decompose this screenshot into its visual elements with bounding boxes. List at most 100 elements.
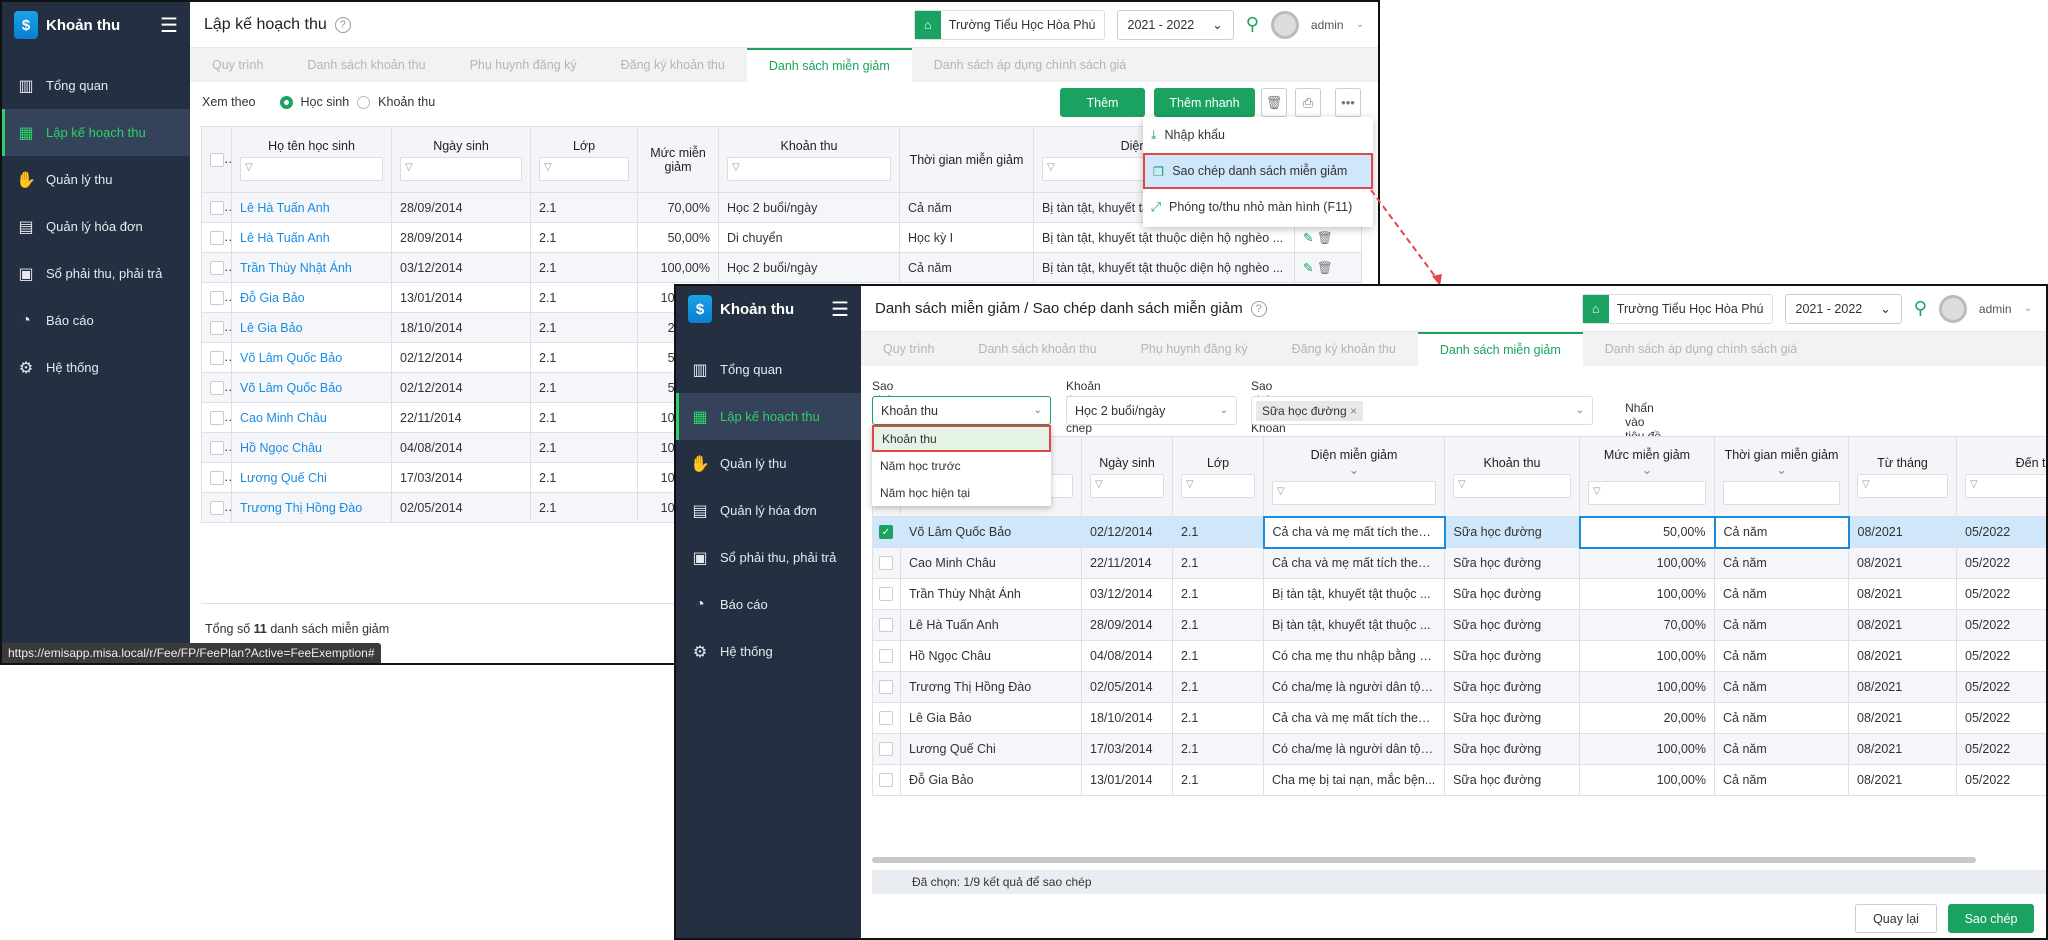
chevron-down-icon: ⌄ xyxy=(1219,405,1228,416)
column-header[interactable]: Lớp ▽ xyxy=(1172,436,1264,517)
sidebar: $ Khoản thu ☰ ▥ Tổng quan ▦ Lập kế hoạch thu ✋… xyxy=(676,286,861,938)
fee: Sữa học đường xyxy=(1444,733,1580,765)
row-checkbox-cell xyxy=(872,578,901,610)
tab-2[interactable]: Phụ huynh đăng ký xyxy=(1119,332,1270,366)
sidebar-item-0[interactable]: ▥ Tổng quan xyxy=(676,346,861,393)
tab-1[interactable]: Danh sách khoản thu xyxy=(956,332,1118,366)
row-checkbox[interactable] xyxy=(879,773,893,788)
school-selector[interactable]: ⌂ Trường Tiểu Học Hòa Phú xyxy=(1581,293,1773,324)
student-name: Đỗ Gia Bảo xyxy=(900,764,1082,796)
sidebar-item-6[interactable]: ⚙ Hệ thống xyxy=(676,628,861,675)
row-checkbox-cell xyxy=(872,609,901,641)
row-checkbox[interactable] xyxy=(879,649,893,664)
horizontal-scrollbar[interactable] xyxy=(872,857,1976,863)
exemption-period: Cả năm xyxy=(1714,733,1849,765)
exemption-category[interactable]: Cả cha và mẹ mất tích theo... xyxy=(1262,515,1446,549)
sidebar-item-label: Báo cáo xyxy=(720,597,768,612)
birth-date: 02/12/2014 xyxy=(1081,516,1173,548)
selected-count: 1/9 xyxy=(963,875,981,889)
from-month: 08/2021 xyxy=(1848,640,1957,672)
birth-date: 04/08/2014 xyxy=(1081,640,1173,672)
remove-tag-icon[interactable]: × xyxy=(1350,404,1357,418)
sidebar-item-1[interactable]: ▦ Lập kế hoạch thu xyxy=(676,393,861,440)
exemption-category: Có cha mẹ thu nhập bằng 1... xyxy=(1263,640,1445,672)
column-filter[interactable]: ▽ xyxy=(1181,473,1255,498)
column-title: Diện miễn giảm xyxy=(1310,447,1398,462)
sidebar-item-4[interactable]: ▣ Sổ phải thu, phải trả xyxy=(676,534,861,581)
target-fee-select[interactable]: Sữa học đường × ⌄ xyxy=(1251,396,1593,425)
exemption-rate: 100,00% xyxy=(1579,640,1715,672)
year-select[interactable]: 2021 - 2022 ⌄ xyxy=(1784,293,1902,324)
exemption-period: Cả năm xyxy=(1714,702,1849,734)
exemption-period[interactable]: Cả năm xyxy=(1713,515,1850,549)
selected-suffix: kết quả để sao chép xyxy=(983,875,1092,889)
student-name: Võ Lâm Quốc Bảo xyxy=(900,516,1082,548)
column-header[interactable]: Thời gian miễn giảm ⌄ xyxy=(1714,436,1849,517)
tab-0[interactable]: Quy trình xyxy=(861,332,956,366)
search-tool-icon[interactable]: ⚲ xyxy=(1914,298,1927,319)
user-name[interactable]: admin xyxy=(1979,302,2012,316)
table-row: Cao Minh Châu 22/11/2014 2.1 Cả cha và mẹ m… xyxy=(872,547,2046,579)
tabs: Quy trình Danh sách khoản thu Phụ huynh đă… xyxy=(861,332,2046,366)
source-fee-select[interactable]: Học 2 buổi/ngày ⌄ xyxy=(1066,396,1237,425)
exemption-rate: 100,00% xyxy=(1579,578,1715,610)
back-button[interactable]: Quay lại xyxy=(1855,904,1937,933)
row-checkbox[interactable]: ✓ xyxy=(879,525,893,540)
exemption-rate: 100,00% xyxy=(1579,764,1715,796)
calendar-icon: ▦ xyxy=(692,408,708,426)
row-checkbox[interactable] xyxy=(879,742,893,757)
birth-date: 02/05/2014 xyxy=(1081,671,1173,703)
sidebar-item-5[interactable]: ◔ Báo cáo xyxy=(676,581,861,628)
column-filter[interactable]: ▽ xyxy=(1588,480,1706,505)
to-month: 05/2022 xyxy=(1956,702,2046,734)
column-title: Lớp xyxy=(1206,455,1230,470)
column-header[interactable]: Diện miễn giảm ⌄ ▽ xyxy=(1263,436,1445,517)
column-title: Từ tháng xyxy=(1877,455,1928,470)
row-checkbox[interactable] xyxy=(879,711,893,726)
copy-option[interactable]: Năm học trước xyxy=(872,452,1051,479)
row-checkbox-cell xyxy=(872,547,901,579)
hamburger-icon[interactable]: ☰ xyxy=(831,297,849,322)
tab-4[interactable]: Danh sách miễn giảm xyxy=(1417,332,1583,366)
tab-3[interactable]: Đăng ký khoản thu xyxy=(1270,332,1418,366)
column-filter[interactable]: ▽ xyxy=(1857,473,1948,498)
column-filter[interactable]: ▽ xyxy=(1272,480,1436,505)
exemption-rate: 20,00% xyxy=(1579,702,1715,734)
column-header[interactable]: Ngày sinh ▽ xyxy=(1081,436,1173,517)
chevron-down-icon: ⌄ xyxy=(1641,462,1653,477)
to-month: 05/2022 xyxy=(1956,578,2046,610)
chevron-down-icon: ⌄ xyxy=(1776,462,1787,477)
copy-type-select[interactable]: Khoản thu ⌄ xyxy=(872,396,1051,425)
class: 2.1 xyxy=(1172,640,1264,672)
exemption-rate: 70,00% xyxy=(1579,609,1715,641)
sidebar-item-2[interactable]: ✋ Quản lý thu xyxy=(676,440,861,487)
row-checkbox[interactable] xyxy=(879,618,893,633)
fee: Sữa học đường xyxy=(1444,609,1580,641)
column-title: Ngày sinh xyxy=(1099,455,1155,470)
column-header[interactable]: Đến tháng ▽ xyxy=(1956,436,2046,517)
column-header[interactable]: Khoản thu ▽ xyxy=(1444,436,1580,517)
birth-date: 28/09/2014 xyxy=(1081,609,1173,641)
exemption-category: Có cha/mẹ là người dân tộc... xyxy=(1263,671,1445,703)
row-checkbox[interactable] xyxy=(879,556,893,571)
exemption-rate[interactable]: 50,00% xyxy=(1578,515,1716,549)
copy-option[interactable]: Năm học hiện tại xyxy=(872,479,1051,506)
row-checkbox[interactable] xyxy=(879,680,893,695)
avatar[interactable] xyxy=(1938,294,1967,323)
copy-button[interactable]: Sao chép xyxy=(1948,904,2034,933)
copy-option[interactable]: Khoản thu xyxy=(872,425,1051,452)
column-header[interactable]: Mức miễn giảm ⌄ ▽ xyxy=(1579,436,1715,517)
from-month: 08/2021 xyxy=(1848,609,1957,641)
column-filter[interactable]: ▽ xyxy=(1965,473,2046,498)
chevron-down-icon: ⌄ xyxy=(1348,462,1360,477)
column-filter[interactable]: ▽ xyxy=(1090,473,1164,498)
tab-5[interactable]: Danh sách áp dụng chính sách giá xyxy=(1583,332,1820,366)
help-icon[interactable]: ? xyxy=(1250,300,1267,317)
column-filter[interactable] xyxy=(1723,480,1840,505)
sidebar-item-3[interactable]: ▤ Quản lý hóa đơn xyxy=(676,487,861,534)
row-checkbox[interactable] xyxy=(879,587,893,602)
pie-icon: ◔ xyxy=(695,595,705,613)
column-filter[interactable]: ▽ xyxy=(1453,473,1571,498)
column-header[interactable]: Từ tháng ▽ xyxy=(1848,436,1957,517)
student-name: Trần Thùy Nhật Ánh xyxy=(900,578,1082,610)
